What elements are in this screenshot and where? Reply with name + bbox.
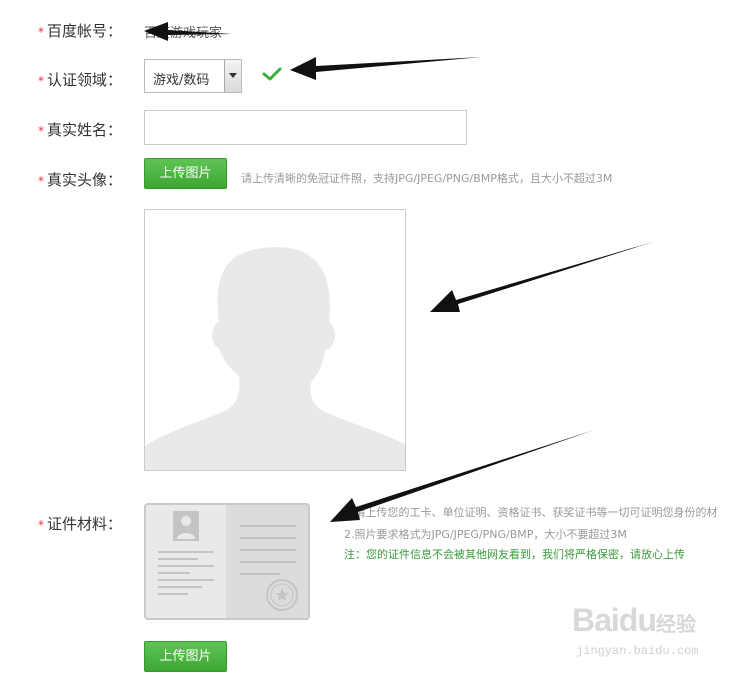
certificate-icon bbox=[158, 505, 308, 618]
baidu-jingyan-watermark: Baidu 经验 jingyan.baidu.com bbox=[572, 602, 712, 662]
photo-hint: 请上传清晰的免冠证件照，支持JPG/JPEG/PNG/BMP格式，且大小不超过3… bbox=[241, 172, 613, 185]
check-icon bbox=[262, 67, 282, 81]
arrow-left-icon bbox=[290, 57, 482, 80]
account-label: * 百度帐号： bbox=[38, 20, 122, 41]
chevron-down-icon[interactable] bbox=[224, 60, 241, 92]
arrow-left-icon bbox=[430, 241, 656, 312]
avatar-placeholder[interactable] bbox=[144, 209, 406, 471]
required-mark: * bbox=[38, 25, 44, 39]
required-mark: * bbox=[38, 124, 44, 138]
watermark-cn: 经验 bbox=[656, 612, 696, 636]
domain-label-text: 认证领域： bbox=[47, 71, 123, 89]
photo-label-text: 真实头像： bbox=[47, 171, 123, 189]
domain-select-value: 游戏/数码 bbox=[153, 73, 210, 88]
realname-label: * 真实姓名： bbox=[38, 119, 122, 140]
upload-materials-button[interactable]: 上传图片 bbox=[144, 641, 227, 672]
materials-note-2: 2.照片要求格式为JPG/JPEG/PNG/BMP，大小不要超过3M bbox=[344, 528, 627, 541]
photo-label: * 真实头像： bbox=[38, 169, 122, 190]
domain-label: * 认证领域： bbox=[38, 69, 122, 90]
materials-note-3: 注：您的证件信息不会被其他网友看到，我们将严格保密，请放心上传 bbox=[344, 548, 685, 561]
account-value: 百度游戏玩家 bbox=[144, 26, 223, 41]
watermark-logo: Baidu bbox=[572, 602, 657, 638]
domain-select[interactable]: 游戏/数码 bbox=[144, 59, 242, 93]
account-label-text: 百度帐号： bbox=[47, 22, 123, 40]
realname-input[interactable] bbox=[144, 110, 467, 145]
upload-photo-button[interactable]: 上传图片 bbox=[144, 158, 227, 189]
required-mark: * bbox=[38, 518, 44, 532]
realname-label-text: 真实姓名： bbox=[47, 121, 123, 139]
person-silhouette-icon bbox=[145, 247, 405, 470]
materials-label-text: 证件材料： bbox=[47, 515, 123, 533]
watermark-url: jingyan.baidu.com bbox=[576, 644, 699, 658]
materials-label: * 证件材料： bbox=[38, 513, 122, 534]
certificate-placeholder[interactable] bbox=[144, 503, 310, 620]
required-mark: * bbox=[38, 174, 44, 188]
materials-note-1: 1.请上传您的工卡、单位证明、资格证书、获奖证书等一切可证明您身份的材 bbox=[344, 506, 718, 519]
required-mark: * bbox=[38, 74, 44, 88]
